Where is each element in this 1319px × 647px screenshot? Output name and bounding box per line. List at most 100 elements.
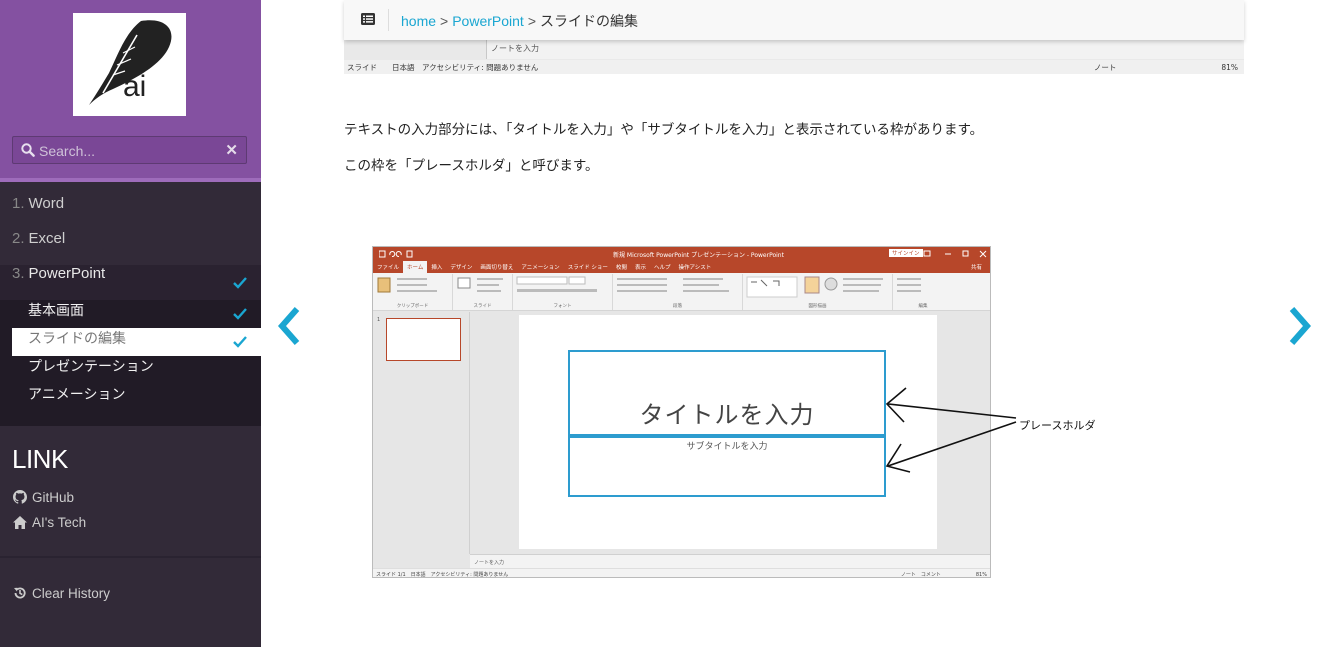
submenu-item-basic-screen[interactable]: 基本画面: [0, 300, 261, 328]
clear-history-label: Clear History: [32, 585, 111, 601]
search-input[interactable]: [39, 141, 229, 161]
github-icon: [13, 490, 27, 504]
site-logo[interactable]: ai: [73, 13, 186, 116]
ppt-ribbon-group: スライド: [453, 274, 513, 310]
breadcrumb-current: スライドの編集: [540, 13, 638, 29]
ais-tech-link[interactable]: AI's Tech: [13, 512, 86, 532]
status-bar: スライド 日本語 アクセシビリティ: 問題ありません ノート 81%: [344, 60, 1244, 74]
body-paragraph: テキストの入力部分には、「タイトルを入力」や「サブタイトルを入力」と表示されてい…: [344, 122, 984, 138]
menu-number: 2.: [12, 230, 25, 247]
ppt-tab: アニメーション: [521, 265, 560, 271]
clipboard-icons: [377, 277, 437, 293]
sidebar: ai ✕ 1.Word 2.Excel 3.PowerPoint 基本画面 スラ…: [0, 0, 261, 647]
submenu-label: スライドの編集: [28, 330, 126, 346]
sidebar-header: ai ✕: [0, 0, 261, 182]
quick-access-icons: [379, 250, 413, 258]
ppt-ribbon-group: フォント: [513, 274, 613, 310]
topbar: home > PowerPoint > スライドの編集: [344, 0, 1244, 40]
ribbon-group-label: スライド: [473, 304, 492, 309]
ppt-ribbon-group: 編集: [893, 274, 953, 310]
ppt-ribbon-group: 図形描画: [743, 274, 893, 310]
ribbon-group-label: フォント: [553, 304, 572, 309]
link-label: AI's Tech: [32, 514, 87, 530]
submenu: 基本画面 スライドの編集 プレゼンテーション アニメーション: [0, 300, 261, 426]
toc-toggle-icon[interactable]: [361, 13, 375, 25]
ppt-tab: スライド ショー: [567, 265, 608, 271]
title-placeholder-text: タイトルを入力: [639, 401, 815, 429]
ppt-title-bar: 新規 Microsoft PowerPoint プレゼンテーション - Powe…: [373, 247, 990, 261]
slide-number: 1: [377, 317, 381, 323]
submenu-label: 基本画面: [28, 302, 84, 318]
menu-label: PowerPoint: [28, 265, 106, 282]
notes-pane: ノートを入力: [486, 40, 1244, 59]
ppt-signin-button: サインイン: [889, 249, 923, 257]
breadcrumb: home > PowerPoint > スライドの編集: [401, 11, 638, 31]
status-right: ノート 81%: [1093, 63, 1238, 72]
drawing-icons: [746, 276, 883, 298]
ppt-ribbon-group: 段落: [613, 274, 743, 310]
clear-search-icon[interactable]: ✕: [225, 141, 238, 159]
ppt-notes-pane: ノートを入力: [470, 554, 990, 568]
subtitle-placeholder: サブタイトルを入力: [568, 436, 886, 497]
sidebar-divider: [0, 556, 261, 558]
feather-logo-icon: ai: [89, 20, 172, 105]
menu-item-powerpoint[interactable]: 3. PowerPoint: [0, 265, 261, 300]
subtitle-placeholder-text: サブタイトルを入力: [686, 442, 768, 452]
search-box: ✕: [12, 136, 247, 164]
visited-check-icon: [233, 336, 247, 348]
submenu-label: プレゼンテーション: [28, 358, 154, 374]
visited-check-icon: [233, 308, 247, 320]
ppt-tab: 操作アシスト: [678, 265, 712, 271]
status-left: スライド 日本語 アクセシビリティ: 問題ありません: [347, 63, 539, 72]
annotation-arrows: [885, 387, 1017, 473]
prev-page-arrow-icon[interactable]: [276, 305, 302, 347]
search-icon: [21, 143, 35, 157]
ppt-tab: 表示: [634, 265, 646, 271]
font-icons: [516, 276, 597, 292]
placeholder-annotation-label: プレースホルダ: [1019, 419, 1096, 432]
menu-number: 1.: [12, 195, 25, 212]
title-placeholder: タイトルを入力: [568, 350, 886, 436]
ppt-slide-thumbnails: 1: [373, 312, 470, 554]
ppt-tab-active: ホーム: [403, 261, 428, 273]
ppt-share: 共有: [970, 265, 982, 271]
ppt-slide-canvas: タイトルを入力 サブタイトルを入力: [519, 315, 937, 549]
ppt-tab: 校閲: [615, 265, 627, 271]
home-icon: [13, 515, 27, 529]
breadcrumb-separator: >: [527, 13, 536, 29]
breadcrumb-home-link[interactable]: home: [401, 13, 436, 29]
ribbon-group-label: 段落: [673, 304, 682, 309]
history-icon: [14, 587, 26, 599]
editing-icons: [897, 278, 921, 292]
ppt-ribbon-group: クリップボード: [373, 274, 453, 310]
menu-number: 3.: [12, 265, 25, 282]
github-link[interactable]: GitHub: [13, 487, 74, 507]
slides-icons: [457, 277, 503, 292]
submenu-item-presentation[interactable]: プレゼンテーション: [0, 356, 261, 384]
menu-item-word[interactable]: 1. Word: [0, 195, 261, 230]
next-page-arrow-icon[interactable]: [1287, 305, 1313, 347]
breadcrumb-separator: >: [440, 13, 449, 29]
menu-item-excel[interactable]: 2. Excel: [0, 230, 261, 265]
ppt-tab: ファイル: [377, 265, 400, 271]
link-label: GitHub: [32, 489, 75, 505]
breadcrumb-powerpoint-link[interactable]: PowerPoint: [452, 13, 524, 29]
slide-thumbnail: [386, 318, 461, 361]
previous-screenshot-image: ノートを入力 スライド 日本語 アクセシビリティ: 問題ありません ノート 81…: [344, 40, 1244, 74]
menu-label: Word: [28, 195, 65, 212]
submenu-item-animation[interactable]: アニメーション: [0, 384, 261, 412]
ppt-tab: ヘルプ: [653, 265, 671, 271]
topbar-divider: [388, 9, 389, 31]
ppt-status-bar: スライド 1/1 日本語 アクセシビリティ: 問題ありません ノート コメント …: [373, 568, 990, 578]
clear-history-link[interactable]: Clear History: [13, 583, 110, 603]
ppt-ribbon-tabs: ファイル ホーム 挿入 デザイン 画面切り替え アニメーション スライド ショー 校閲 表示 ヘル…: [373, 261, 990, 273]
ribbon-group-label: 編集: [918, 304, 928, 309]
paragraph-icons: [617, 278, 729, 292]
submenu-label: アニメーション: [28, 386, 126, 402]
ppt-tab: 挿入: [431, 265, 443, 271]
ppt-ribbon: クリップボード スライド フォント 段落 図形描画 編集: [373, 273, 990, 311]
submenu-item-slide-edit[interactable]: スライドの編集: [12, 328, 261, 356]
body-paragraph: この枠を「プレースホルダ」と呼びます。: [344, 158, 599, 174]
ppt-status-left: スライド 1/1 日本語 アクセシビリティ: 問題ありません: [376, 572, 509, 578]
ppt-status-right: ノート コメント 81%: [900, 572, 987, 578]
